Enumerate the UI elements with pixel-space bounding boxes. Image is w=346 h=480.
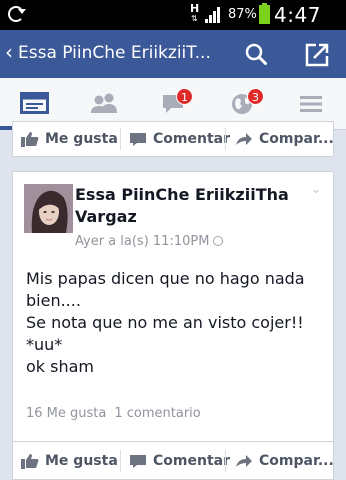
post-line: Se nota que no me an visto cojer!! [26,313,304,332]
share-out-icon[interactable] [304,42,330,68]
post-menu-chevron-icon[interactable]: ⌄ [311,182,321,196]
privacy-globe-icon [213,236,224,246]
comment-label: Comentar [153,453,230,469]
like-label: Me gusta [45,131,118,147]
timestamp-text: Ayer a la(s) 11:10PM [75,234,210,249]
like-button[interactable]: Me gusta [21,122,118,156]
page-title: Essa PiinChe EriikziiT... [18,43,211,63]
search-icon[interactable] [245,43,267,65]
post-stats: 16 Me gusta 1 comentario [26,406,201,421]
post-actions: Me gusta Comentar Compar... [12,441,334,480]
app-bar: ‹ Essa PiinChe EriikziiT... [0,30,346,78]
post-line: Mis papas dicen que no hago nada [26,269,305,288]
data-arrows-icon: ⇅ [191,14,198,23]
divider [120,128,121,150]
post-author[interactable]: Essa PiinChe EriikziiTha Vargaz [75,184,295,228]
signal-icon [205,7,223,23]
post-line: ok sham [26,357,95,376]
divider [225,450,226,472]
status-bar: H ⇅ 87% 4:47 PM [0,0,346,51]
comment-icon [130,133,146,146]
battery-percent: 87% [228,7,257,22]
post-line: *uu* [26,335,63,354]
like-button[interactable]: Me gusta [21,444,118,478]
thumbs-up-icon [21,132,39,147]
post-card: Essa PiinChe EriikziiTha Vargaz Ayer a l… [12,171,334,444]
post-body: Mis papas dicen que no hago nada bien...… [26,268,326,378]
like-count[interactable]: 16 Me gusta [26,406,106,421]
comment-icon [130,455,146,468]
divider [120,450,121,472]
share-arrow-icon [236,455,252,467]
sync-icon [8,6,26,22]
comment-label: Comentar [153,131,230,147]
back-icon[interactable]: ‹ [5,42,13,62]
share-label: Compar... [259,131,334,147]
notifications-badge: 3 [247,88,264,105]
share-arrow-icon [236,133,252,145]
like-label: Me gusta [45,453,118,469]
divider [225,128,226,150]
share-button[interactable]: Compar... [235,122,334,156]
friends-icon [91,93,117,113]
hamburger-menu-icon [300,96,322,112]
battery-icon [259,3,270,24]
thumbs-up-icon [21,454,39,469]
share-label: Compar... [259,453,334,469]
messages-badge: 1 [176,88,193,105]
profile-photo [24,184,73,233]
share-button[interactable]: Compar... [235,444,334,478]
post-timestamp[interactable]: Ayer a la(s) 11:10PM [75,234,224,249]
previous-post-actions: Me gusta Comentar Compar... [12,121,334,157]
comment-button[interactable]: Comentar [129,444,230,478]
comment-button[interactable]: Comentar [129,122,230,156]
news-feed-icon [20,92,49,114]
avatar[interactable] [24,184,73,233]
post-line: bien.... [26,291,81,310]
comment-count[interactable]: 1 comentario [114,406,200,421]
